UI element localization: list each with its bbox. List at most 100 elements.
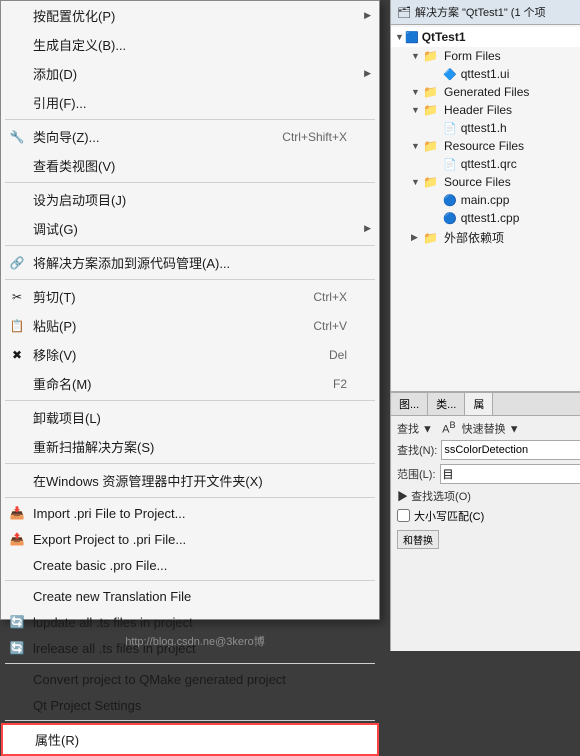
- menu-item-add-to-source-ctrl[interactable]: 🔗将解决方案添加到源代码管理(A)...: [1, 248, 379, 277]
- menu-item-configure-optimize[interactable]: 按配置优化(P): [1, 1, 379, 30]
- folder-label: Source Files: [444, 175, 511, 189]
- label-qt-project-settings: Qt Project Settings: [33, 698, 141, 713]
- find-options-toggle[interactable]: ▶ 查找选项(O): [397, 488, 574, 504]
- search-area: 查找 ▼ AB 快速替换 ▼ 查找(N): 范围(L): ▶ 查找选项(O) 大…: [391, 416, 580, 553]
- menu-item-paste[interactable]: 📋粘贴(P)Ctrl+V: [1, 311, 379, 340]
- menu-item-export-pri[interactable]: 📤 Export Project to .pri File...: [1, 526, 379, 552]
- tree-file-qttest1ui[interactable]: 🔷 qttest1.ui: [391, 65, 580, 83]
- shortcut-rename: F2: [333, 377, 367, 391]
- solution-title: 解决方案 "QtTest1" (1 个项: [415, 4, 546, 20]
- label-add: 添加(D): [33, 64, 77, 83]
- tree-folder-外部依赖项[interactable]: ▶ 外部依赖项: [391, 227, 580, 248]
- tree-file-qttest1cpp[interactable]: 🔵 qttest1.cpp: [391, 209, 580, 227]
- label-export-pri: Export Project to .pri File...: [33, 532, 186, 547]
- menu-item-lrelease-ts[interactable]: 🔄 lrelease all .ts files in project: [1, 635, 379, 661]
- folder-icon: [423, 49, 439, 63]
- separator-after-create-pro: [5, 580, 375, 581]
- pri-export-icon: 📤: [7, 532, 27, 546]
- folder-arrow: ▼: [411, 177, 421, 187]
- search-replace-header: 查找 ▼ AB 快速替换 ▼: [397, 420, 574, 437]
- remove-icon: ✖: [7, 348, 27, 362]
- tree-folder-SourceFiles[interactable]: ▼ Source Files: [391, 173, 580, 191]
- tree-file-maincpp[interactable]: 🔵 main.cpp: [391, 191, 580, 209]
- file-icon-qrc: 📄: [443, 158, 457, 171]
- label-set-startup: 设为启动项目(J): [33, 190, 126, 209]
- shortcut-cut: Ctrl+X: [313, 290, 367, 304]
- find-options: ▶ 查找选项(O): [397, 488, 574, 504]
- folder-label: Generated Files: [444, 85, 529, 99]
- menu-item-properties[interactable]: 属性(R): [1, 723, 379, 756]
- menu-item-set-startup[interactable]: 设为启动项目(J): [1, 185, 379, 214]
- root-label: QtTest1: [422, 30, 466, 44]
- file-icon-cpp: 🔵: [443, 194, 457, 207]
- menu-item-import[interactable]: 引用(F)...: [1, 88, 379, 117]
- file-label: qttest1.h: [461, 121, 507, 135]
- folder-arrow: ▼: [411, 105, 421, 115]
- lrelease-icon: 🔄: [7, 641, 27, 655]
- tree-folder-HeaderFiles[interactable]: ▼ Header Files: [391, 101, 580, 119]
- label-open-in-explorer: 在Windows 资源管理器中打开文件夹(X): [33, 471, 263, 490]
- label-create-pro: Create basic .pro File...: [33, 558, 167, 573]
- folder-label: Resource Files: [444, 139, 524, 153]
- tab-class[interactable]: 类...: [428, 393, 465, 415]
- tree-folder-ResourceFiles[interactable]: ▼ Resource Files: [391, 137, 580, 155]
- match-case-checkbox[interactable]: [397, 509, 410, 522]
- label-import: 引用(F)...: [33, 93, 86, 112]
- label-paste: 粘贴(P): [33, 316, 76, 335]
- cut-icon: ✂: [7, 290, 27, 304]
- folder-icon: [423, 139, 439, 153]
- menu-item-convert-qmake[interactable]: Convert project to QMake generated proje…: [1, 666, 379, 692]
- menu-item-generate-define[interactable]: 生成自定义(B)...: [1, 30, 379, 59]
- menu-item-qt-project-settings[interactable]: Qt Project Settings: [1, 692, 379, 718]
- menu-item-create-pro[interactable]: Create basic .pro File...: [1, 552, 379, 578]
- label-unload: 卸载项目(L): [33, 408, 101, 427]
- project-icon: 🟦: [405, 31, 419, 44]
- tree-file-qttest1h[interactable]: 📄 qttest1.h: [391, 119, 580, 137]
- label-lrelease-ts: lrelease all .ts files in project: [33, 641, 196, 656]
- tree-folder-GeneratedFiles[interactable]: ▼ Generated Files: [391, 83, 580, 101]
- folder-arrow: ▼: [411, 87, 421, 97]
- tree-folder-FormFiles[interactable]: ▼ Form Files: [391, 47, 580, 65]
- menu-item-add[interactable]: 添加(D): [1, 59, 379, 88]
- tree-file-qttest1qrc[interactable]: 📄 qttest1.qrc: [391, 155, 580, 173]
- paste-icon: 📋: [7, 319, 27, 333]
- label-add-to-source-ctrl: 将解决方案添加到源代码管理(A)...: [33, 253, 230, 272]
- tree-root-node[interactable]: ▼ 🟦 QtTest1: [391, 27, 580, 47]
- menu-item-debug[interactable]: 调试(G): [1, 214, 379, 243]
- replace-label: 范围(L):: [397, 466, 436, 482]
- separator-after-open-in-explorer: [5, 497, 375, 498]
- menu-item-unload[interactable]: 卸载项目(L): [1, 403, 379, 432]
- search-input[interactable]: [441, 440, 580, 460]
- match-case-label[interactable]: 大小写匹配(C): [397, 508, 574, 524]
- label-configure-optimize: 按配置优化(P): [33, 6, 115, 25]
- menu-item-import-pri[interactable]: 📥 Import .pri File to Project...: [1, 500, 379, 526]
- wizard-icon: 🔧: [7, 130, 27, 144]
- separator-after-qt-project-settings: [5, 720, 375, 721]
- replace-input[interactable]: [440, 464, 580, 484]
- label-remove: 移除(V): [33, 345, 76, 364]
- tab-properties[interactable]: 属: [465, 393, 493, 415]
- menu-item-lupdate-ts[interactable]: 🔄lupdate all .ts files in project: [1, 609, 379, 635]
- tab-diagram[interactable]: 图...: [391, 393, 428, 415]
- separator-after-rescan: [5, 463, 375, 464]
- menu-item-rescan[interactable]: 重新扫描解决方案(S): [1, 432, 379, 461]
- folder-icon: [423, 175, 439, 189]
- replace-all-button[interactable]: 和替换: [397, 530, 439, 549]
- file-icon-h: 📄: [443, 122, 457, 135]
- menu-item-open-in-explorer[interactable]: 在Windows 资源管理器中打开文件夹(X): [1, 466, 379, 495]
- label-cut: 剪切(T): [33, 287, 76, 306]
- menu-item-rename[interactable]: 重命名(M)F2: [1, 369, 379, 398]
- label-import-pri: Import .pri File to Project...: [33, 506, 185, 521]
- label-properties: 属性(R): [35, 730, 79, 749]
- menu-item-cut[interactable]: ✂ 剪切(T) Ctrl+X: [1, 282, 379, 311]
- search-replace-panel: 图... 类... 属 查找 ▼ AB 快速替换 ▼ 查找(N): 范围(L):…: [390, 391, 580, 651]
- separator-after-add-to-source-ctrl: [5, 279, 375, 280]
- menu-item-create-translation[interactable]: Create new Translation File: [1, 583, 379, 609]
- pri-import-icon: 📥: [7, 506, 27, 520]
- context-menu: 按配置优化(P) 生成自定义(B)... 添加(D) 引用(F)... 🔧类向导(Z).…: [0, 0, 380, 620]
- menu-item-view-class[interactable]: 查看类视图(V): [1, 151, 379, 180]
- file-icon-ui: 🔷: [443, 68, 457, 81]
- menu-item-class-wizard[interactable]: 🔧类向导(Z)...Ctrl+Shift+X: [1, 122, 379, 151]
- separator-after-import: [5, 119, 375, 120]
- menu-item-remove[interactable]: ✖移除(V)Del: [1, 340, 379, 369]
